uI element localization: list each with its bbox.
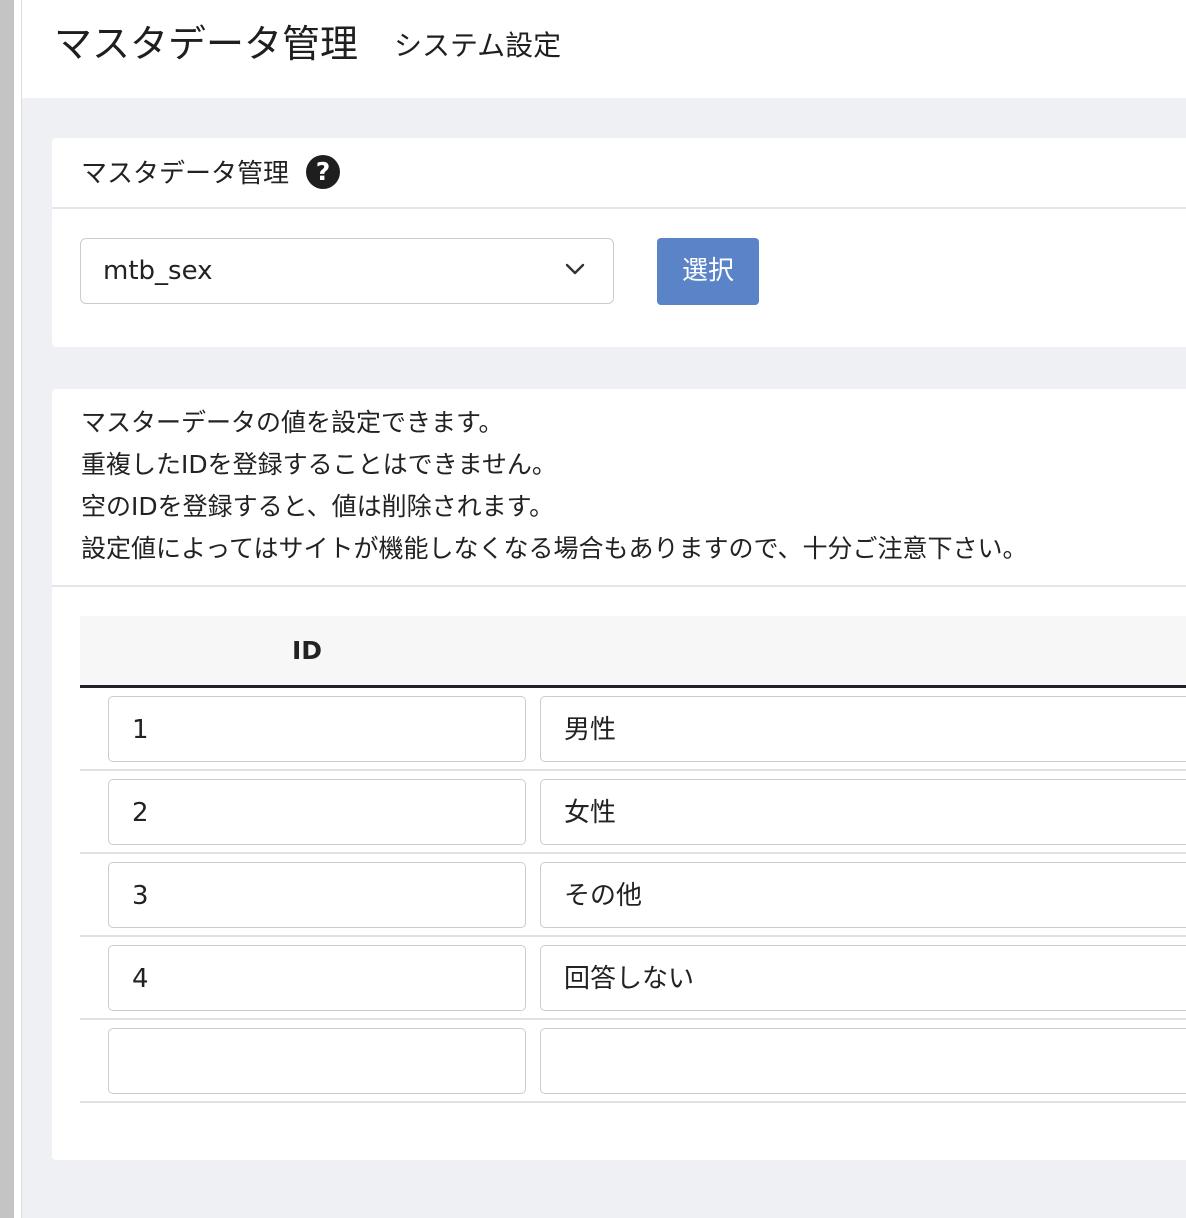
name-input[interactable]: 男性 xyxy=(540,696,1186,762)
page-header: マスタデータ管理 システム設定 xyxy=(22,0,1186,98)
notice-line: 設定値によってはサイトが機能しなくなる場合もありますので、十分ご注意下さい。 xyxy=(81,534,1028,563)
table-row: 1 男性 xyxy=(80,688,1186,771)
id-value: 1 xyxy=(132,715,149,745)
name-value: その他 xyxy=(564,881,643,911)
notice-line: 重複したIDを登録することはできません。 xyxy=(81,450,557,479)
notice-line: マスターデータの値を設定できます。 xyxy=(81,408,504,437)
master-select-value: mtb_sex xyxy=(103,256,213,286)
name-value: 女性 xyxy=(564,798,617,828)
table-row: 3 その他 xyxy=(80,854,1186,937)
table-row: 2 女性 xyxy=(80,771,1186,854)
name-value: 回答しない xyxy=(564,964,695,994)
id-input[interactable]: 1 xyxy=(108,696,526,762)
table-row: 4 回答しない xyxy=(80,937,1186,1020)
left-rail xyxy=(0,0,14,1218)
id-value: 3 xyxy=(132,881,149,911)
select-button[interactable]: 選択 xyxy=(657,238,759,305)
id-input[interactable] xyxy=(108,1028,526,1094)
id-input[interactable]: 2 xyxy=(108,779,526,845)
left-rail-edge xyxy=(14,0,22,1218)
notice: マスターデータの値を設定できます。 重複したIDを登録することはできません。 空… xyxy=(52,389,1186,587)
name-value: 男性 xyxy=(564,715,617,745)
id-value: 4 xyxy=(132,964,149,994)
column-header-id: ID xyxy=(292,636,323,665)
id-value: 2 xyxy=(132,798,149,828)
page-subtitle: システム設定 xyxy=(394,29,562,62)
id-input[interactable]: 3 xyxy=(108,862,526,928)
page-title: マスタデータ管理 xyxy=(54,22,359,66)
card-header: マスタデータ管理 ? xyxy=(52,138,1186,209)
notice-line: 空のIDを登録すると、値は削除されます。 xyxy=(81,492,555,521)
chevron-down-icon xyxy=(565,263,585,275)
name-input[interactable]: その他 xyxy=(540,862,1186,928)
master-select-card: マスタデータ管理 ? mtb_sex 選択 xyxy=(52,138,1186,347)
master-data-card: マスターデータの値を設定できます。 重複したIDを登録することはできません。 空… xyxy=(52,389,1186,1160)
name-input[interactable]: 女性 xyxy=(540,779,1186,845)
table-row xyxy=(80,1020,1186,1103)
name-input[interactable] xyxy=(540,1028,1186,1094)
name-input[interactable]: 回答しない xyxy=(540,945,1186,1011)
question-circle-icon[interactable]: ? xyxy=(306,155,340,189)
card-title: マスタデータ管理 xyxy=(81,159,290,189)
table-header: ID xyxy=(80,616,1186,688)
id-input[interactable]: 4 xyxy=(108,945,526,1011)
master-select[interactable]: mtb_sex xyxy=(80,238,614,304)
